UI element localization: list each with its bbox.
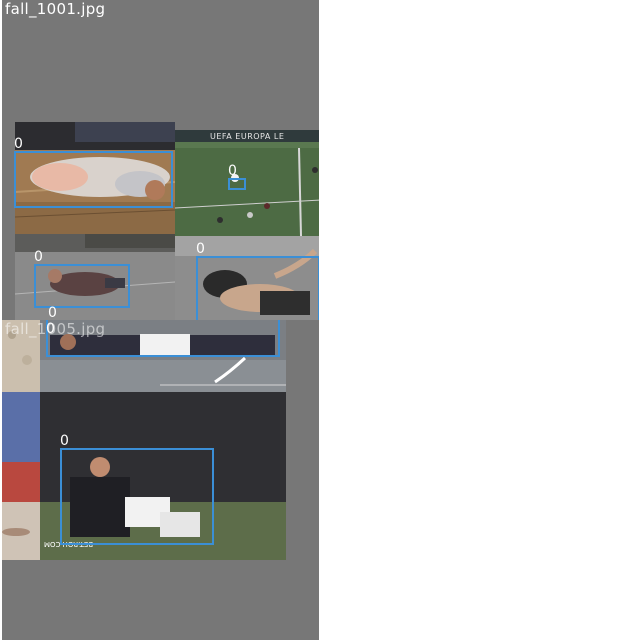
photo-soccer-pitch-fall: UEFA EUROPA LE [175, 130, 319, 236]
pool-image [2, 392, 40, 560]
bbox-class-label: 0 [14, 136, 23, 152]
bbox-goalkeeper-sitting: 0 [60, 434, 214, 545]
bbox-class-label: 0 [34, 249, 43, 265]
bbox-street-fall: 0 [34, 250, 130, 308]
mosaic-tile-2: 0 BET.ROH.COM 0 fall_1005.jpg [2, 320, 319, 640]
tile-filename: fall_1001.jpg [5, 0, 106, 18]
tile-filename: fall_1005.jpg [5, 320, 106, 338]
mosaic-tile-1: 0 UEFA EUROPA LE 0 0 0 0 fall_1001.jpg [2, 0, 319, 320]
soccer-pitch-image [175, 130, 319, 236]
bbox-class-label: 0 [228, 163, 237, 179]
bbox-class-label: 0 [196, 241, 205, 257]
stadium-banner-text: UEFA EUROPA LE [210, 132, 285, 141]
bbox-soccer-pitch-fall: 0 [228, 164, 246, 190]
bbox-class-label: 0 [48, 305, 57, 320]
bbox-gym-floor-fall: 0 [14, 137, 173, 208]
bbox-court-fall: 0 [196, 242, 319, 320]
photo-left-sliver-bottom [2, 392, 40, 560]
bbox-class-label: 0 [60, 433, 69, 449]
